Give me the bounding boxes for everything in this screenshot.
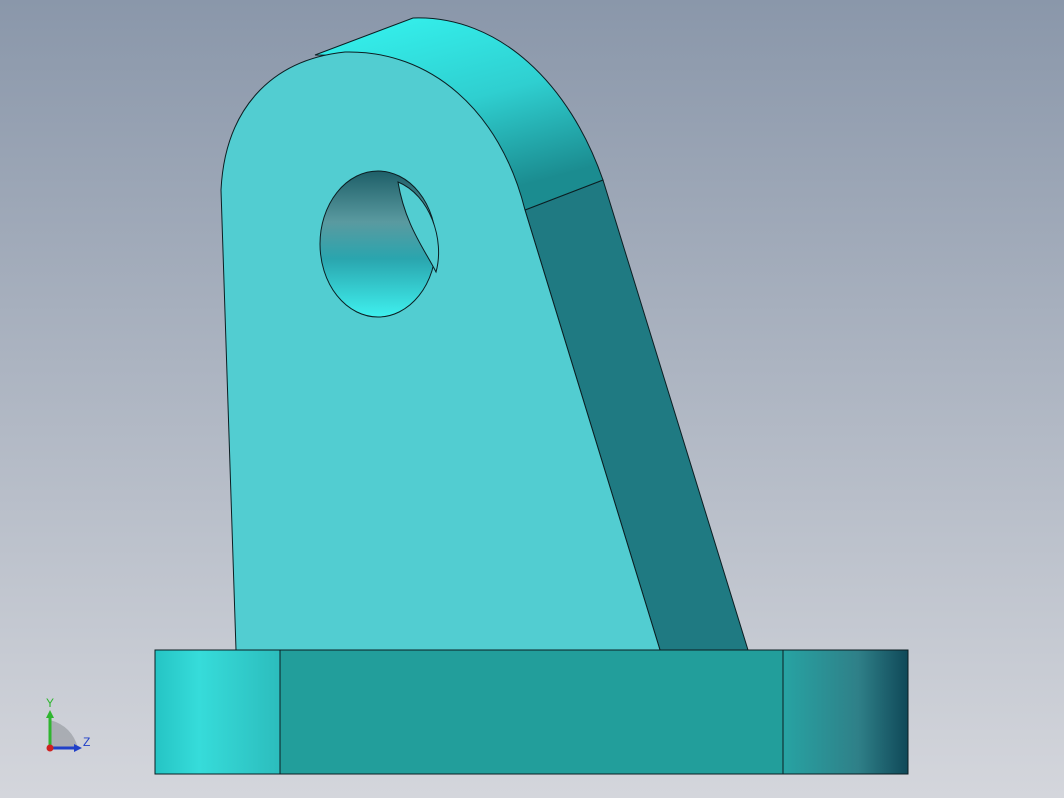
y-axis-label: Y	[46, 696, 54, 710]
base-right-rounded-face[interactable]	[782, 649, 909, 775]
x-axis-icon	[46, 744, 54, 752]
y-axis-arrow-icon	[46, 710, 54, 718]
through-hole[interactable]	[319, 170, 437, 318]
base-left-rounded-face[interactable]	[154, 649, 281, 775]
triad-xz-plane	[50, 720, 78, 748]
base-front-face[interactable]	[279, 649, 784, 775]
z-axis-arrow-icon	[74, 744, 82, 752]
view-orientation-triad[interactable]: Y Z	[30, 696, 100, 756]
cad-model-scene[interactable]	[0, 0, 1064, 798]
z-axis-label: Z	[83, 735, 90, 749]
graphics-viewport[interactable]: Y Z	[0, 0, 1064, 798]
